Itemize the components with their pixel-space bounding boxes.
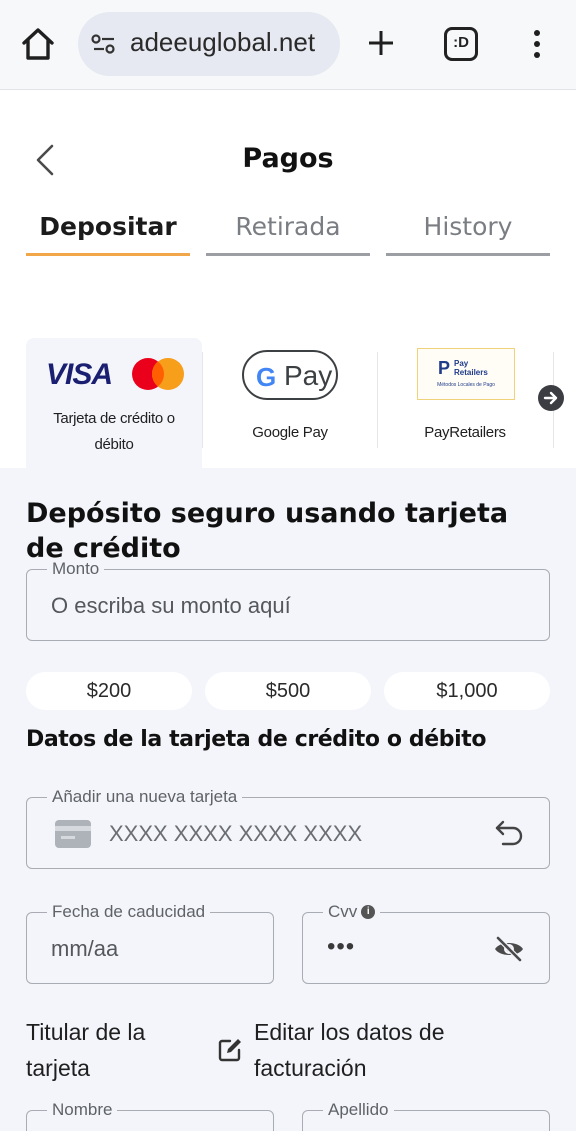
address-bar[interactable]: adeeuglobal.net — [78, 12, 340, 76]
tab-underline — [386, 253, 550, 256]
more-vert-icon[interactable] — [526, 28, 548, 60]
mastercard-logo — [132, 358, 184, 390]
edit-billing-label: Editar los datos de facturación — [254, 1019, 445, 1081]
cvv-value: ••• — [327, 933, 356, 960]
tab-depositar[interactable]: Depositar — [26, 212, 190, 256]
new-card-label: Añadir una nueva tarjeta — [47, 787, 243, 807]
method-label: Google Pay — [252, 424, 328, 441]
method-google-pay[interactable]: G Pay Google Pay — [202, 338, 378, 470]
amount-chip-1000[interactable]: $1,000 — [384, 672, 550, 710]
edit-icon — [216, 1036, 244, 1064]
expiry-placeholder: mm/aa — [51, 936, 119, 961]
expiry-label: Fecha de caducidad — [47, 902, 211, 922]
google-pay-logo: G Pay — [242, 350, 338, 400]
cvv-field[interactable]: Cvv i ••• — [302, 902, 550, 984]
method-card[interactable]: VISA Tarjeta de crédito o débito — [26, 338, 202, 470]
tab-underline — [26, 253, 190, 256]
amount-input[interactable]: Monto O escriba su monto aquí — [26, 559, 550, 641]
tab-retirada[interactable]: Retirada — [206, 212, 370, 256]
first-name-field[interactable]: Nombre — [26, 1100, 274, 1131]
expiry-field[interactable]: Fecha de caducidad mm/aa — [26, 902, 274, 984]
home-icon[interactable] — [18, 24, 58, 64]
browser-toolbar: adeeuglobal.net :D — [0, 0, 576, 90]
google-pay-text: Pay — [284, 360, 333, 391]
tab-label: Depositar — [39, 212, 177, 241]
last-name-label: Apellido — [323, 1100, 394, 1120]
payretailers-words: Pay Retailers — [454, 359, 488, 377]
url-text: adeeuglobal.net — [130, 27, 316, 57]
tab-label: Retirada — [235, 212, 341, 241]
amount-chip-500[interactable]: $500 — [205, 672, 371, 710]
cvv-label-group: Cvv i — [323, 902, 381, 922]
last-name-field[interactable]: Apellido — [302, 1100, 550, 1131]
info-icon[interactable]: i — [361, 905, 376, 919]
eye-off-icon[interactable] — [493, 935, 525, 963]
arrow-right-icon[interactable] — [538, 385, 564, 411]
method-label: PayRetailers — [424, 424, 506, 441]
card-holder-label: Titular de la tarjeta — [26, 1019, 146, 1081]
undo-icon[interactable] — [493, 818, 525, 848]
cvv-label: Cvv — [328, 902, 358, 921]
amount-chip-200[interactable]: $200 — [26, 672, 192, 710]
payretailers-mark: P — [438, 358, 451, 378]
tab-switcher-label: :D — [453, 34, 469, 51]
card-number-placeholder: XXXX XXXX XXXX XXXX — [109, 821, 363, 846]
google-g-letter: G — [256, 362, 277, 392]
tab-switcher-icon[interactable]: :D — [444, 27, 478, 61]
card-number-field[interactable]: Añadir una nueva tarjeta XXXX XXXX XXXX … — [26, 787, 550, 869]
site-settings-icon[interactable] — [90, 32, 118, 56]
payretailers-subtitle: Métodos Locales de Pago — [437, 382, 495, 388]
tab-underline — [206, 253, 370, 256]
amount-placeholder: O escriba su monto aquí — [51, 593, 291, 618]
tab-label: History — [423, 212, 513, 241]
tab-history[interactable]: History — [386, 212, 550, 256]
credit-card-icon — [55, 820, 91, 848]
visa-logo: VISA — [46, 358, 113, 391]
amount-label: Monto — [47, 559, 105, 579]
page-title: Pagos — [242, 143, 334, 174]
card-section-title: Datos de la tarjeta de crédito o débito — [26, 727, 487, 752]
method-label: Tarjeta de crédito o débito — [53, 410, 175, 453]
edit-billing-button[interactable]: Editar los datos de facturación — [216, 1014, 536, 1086]
plus-icon[interactable] — [364, 26, 398, 60]
deposit-section-title: Depósito seguro usando tarjeta de crédit… — [26, 498, 509, 564]
first-name-label: Nombre — [47, 1100, 118, 1120]
payretailers-logo: P Pay Retailers Métodos Locales de Pago — [417, 348, 515, 400]
method-payretailers[interactable]: P Pay Retailers Métodos Locales de Pago … — [377, 338, 553, 470]
